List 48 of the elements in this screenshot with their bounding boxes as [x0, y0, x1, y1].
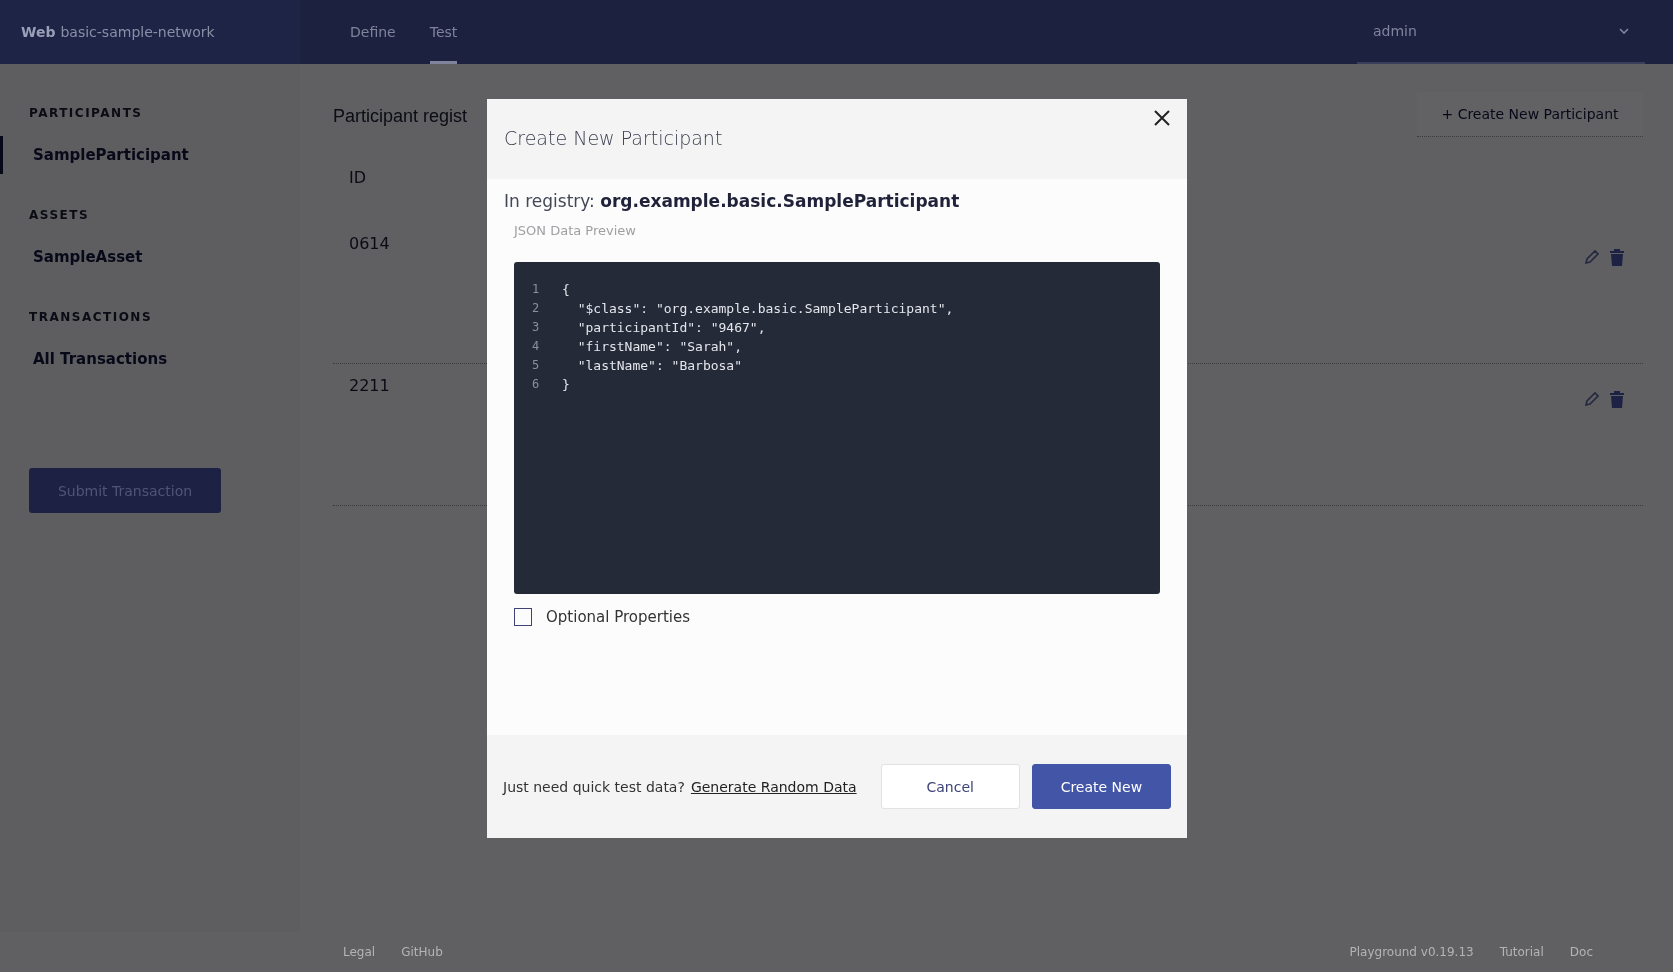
- code-line: "lastName": "Barbosa": [576, 358, 742, 375]
- table-cell-text: 0614: [349, 234, 390, 255]
- trash-icon[interactable]: [1609, 248, 1625, 266]
- nav-tab[interactable]: Test: [429, 0, 458, 64]
- code-line: }: [562, 377, 570, 394]
- pencil-icon[interactable]: [1583, 390, 1601, 408]
- line-number: 4: [532, 339, 541, 355]
- registry-label: In registry: org.example.basic.SampleParticipant: [504, 191, 961, 211]
- pencil-icon[interactable]: [1583, 248, 1601, 266]
- section-heading: TRANSACTIONS: [28, 310, 154, 324]
- code-line: "$class": "org.example.basic.SampleParticipant",: [576, 301, 954, 318]
- network-name: basic-sample-network: [60, 24, 215, 40]
- footer-link[interactable]: Doc: [1569, 945, 1593, 959]
- brand-name: Web: [21, 24, 56, 40]
- checkbox[interactable]: [514, 608, 532, 626]
- footer-link[interactable]: Playground v0.19.13: [1349, 945, 1474, 959]
- generate-random-link[interactable]: Generate Random Data: [690, 778, 857, 795]
- modal-title: Create New Participant: [504, 127, 723, 149]
- code-line: "participantId": "9467",: [576, 320, 766, 337]
- cancel-button[interactable]: Cancel: [880, 764, 1020, 809]
- section-heading: ASSETS: [28, 208, 91, 222]
- close-button[interactable]: [1153, 109, 1171, 127]
- chevron-down-icon: [1619, 27, 1629, 35]
- sidebar-item[interactable]: All Transactions: [0, 340, 300, 378]
- code-line: {: [562, 282, 570, 299]
- table-cell-text: 2211: [349, 376, 390, 397]
- footer-link[interactable]: Legal: [343, 945, 376, 959]
- column-header: ID: [349, 168, 367, 187]
- page-title: Participant regist: [333, 106, 468, 127]
- footer-link[interactable]: Tutorial: [1499, 945, 1544, 959]
- preview-label: JSON Data Preview: [514, 223, 637, 238]
- section-heading: PARTICIPANTS: [28, 106, 144, 120]
- hint-text: Just need quick test data?: [503, 778, 685, 795]
- line-number: 2: [532, 301, 541, 317]
- code-line: "firstName": "Sarah",: [576, 339, 742, 356]
- sidebar-item[interactable]: SampleAsset: [0, 238, 300, 276]
- line-number: 6: [532, 377, 541, 393]
- line-number: 5: [532, 358, 541, 374]
- line-number: 1: [532, 282, 541, 298]
- sidebar-item[interactable]: SampleParticipant: [0, 136, 300, 174]
- trash-icon[interactable]: [1609, 390, 1625, 408]
- create-button[interactable]: Create New: [1031, 764, 1171, 809]
- code-editor[interactable]: 1 { 2 "$class": "org.example.basic.SampleParticipant", 3 "participantId": "9467", 4 "firstName": "Sarah", 5 "lastName": "Barbosa" 6 }: [514, 262, 1160, 594]
- line-number: 3: [532, 320, 541, 336]
- checkbox-label: Optional Properties: [546, 608, 690, 626]
- nav-tab[interactable]: Define: [350, 0, 396, 64]
- user-dropdown[interactable]: admin: [1357, 0, 1645, 64]
- footer-link[interactable]: GitHub: [401, 945, 443, 959]
